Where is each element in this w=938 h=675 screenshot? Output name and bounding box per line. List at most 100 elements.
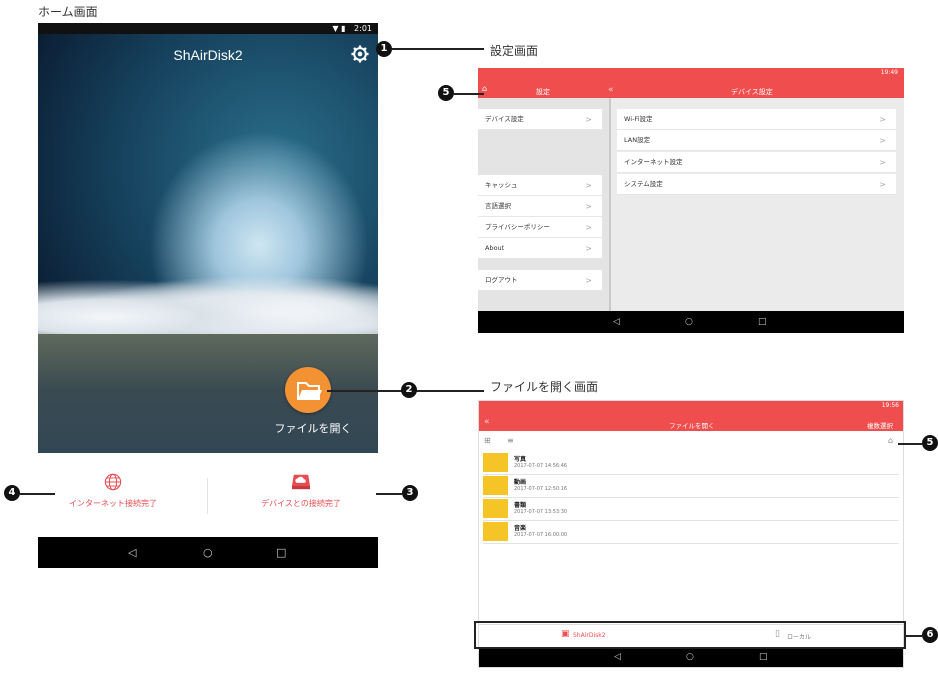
device-status-label: デバイスとの接続完了 (261, 499, 341, 508)
device-setting-label: LAN設定 (624, 136, 651, 144)
device-setting-label: システム設定 (624, 180, 663, 188)
gear-icon[interactable] (351, 45, 369, 63)
chevron-right-icon: > (585, 181, 592, 190)
settings-item-privacy[interactable]: プライバシーポリシー > (478, 217, 602, 238)
callout-3: 3 (402, 485, 418, 501)
open-files-label[interactable]: ファイルを開く (263, 420, 363, 436)
settings-nav-bar: ◁ ○ □ (478, 311, 904, 333)
settings-item-label: About (485, 244, 505, 252)
open-files-screen-caption: ファイルを開く画面 (490, 380, 599, 394)
settings-item-label: キャッシュ (485, 181, 518, 189)
home-icon[interactable]: ○ (686, 652, 694, 663)
settings-item-cache[interactable]: キャッシュ > (478, 175, 602, 196)
wifi-icon: ▼ ▮ (332, 24, 349, 33)
recents-icon[interactable]: □ (759, 652, 768, 663)
settings-item-device[interactable]: デバイス設定 > (478, 109, 602, 130)
chevron-right-icon: > (879, 136, 886, 145)
back-icon[interactable]: ◁ (614, 652, 621, 663)
folder-name: 動画 (514, 479, 527, 486)
device-setting-label: インターネット設定 (624, 158, 683, 166)
callout-line-3 (376, 493, 402, 495)
back-icon[interactable]: ◁ (128, 547, 136, 558)
folder-icon (483, 522, 508, 541)
nav-bar: ◁ ○ □ (38, 537, 378, 568)
callout-4: 4 (4, 485, 20, 501)
device-setting-label: Wi-Fi設定 (624, 115, 653, 123)
home-icon[interactable]: ⌂ (888, 436, 893, 445)
status-time: 2:01 (354, 24, 372, 33)
folder-icon (483, 499, 508, 518)
home-screen: ▼ ▮ 2:01 ShAirDisk2 ファイルを開く インターネット接続完了 … (38, 23, 378, 568)
settings-left-title: 設定 (536, 88, 550, 96)
callout-line-1 (392, 48, 484, 50)
recents-icon[interactable]: □ (276, 547, 286, 558)
settings-item-language[interactable]: 言語選択 > (478, 196, 602, 217)
settings-screen: 19:49 ⌂ 設定 « デバイス設定 デバイス設定 > キャッシュ > 言語選択 >… (478, 68, 904, 333)
back-icon[interactable]: ◁ (613, 317, 620, 328)
divider (207, 478, 208, 514)
open-files-button[interactable] (285, 367, 331, 413)
sort-icon[interactable]: ≡ (507, 436, 514, 445)
connection-status-bar: インターネット接続完了 デバイスとの接続完了 (38, 453, 378, 537)
callout-5a: 5 (438, 85, 454, 101)
globe-icon (104, 473, 122, 491)
folder-row[interactable]: 音楽 2017-07-07 16:00:00 (483, 520, 899, 544)
folder-icon (297, 382, 322, 400)
files-nav-bar: ◁ ○ □ (479, 647, 903, 667)
settings-right-title: デバイス設定 (731, 88, 773, 96)
folder-name: 書類 (514, 502, 527, 509)
home-screen-caption: ホーム画面 (38, 5, 98, 19)
back-double-chevron-icon[interactable]: « (484, 417, 490, 427)
callout-5b: 5 (922, 435, 938, 451)
folder-row[interactable]: 書類 2017-07-07 13:53:30 (483, 497, 899, 521)
chevron-right-icon: > (585, 202, 592, 211)
internet-status-item[interactable]: インターネット接続完了 (38, 473, 188, 509)
settings-item-label: デバイス設定 (485, 115, 524, 123)
settings-status-time: 19:49 (880, 69, 898, 76)
device-setting-lan[interactable]: LAN設定 > (617, 130, 896, 151)
home-icon[interactable]: ⌂ (482, 84, 487, 93)
chevron-right-icon: > (585, 115, 592, 124)
recents-icon[interactable]: □ (758, 317, 767, 328)
device-setting-system[interactable]: システム設定 > (617, 174, 896, 195)
home-icon[interactable]: ○ (203, 547, 213, 558)
folder-row[interactable]: 動画 2017-07-07 12:50:16 (483, 474, 899, 498)
folder-name: 写真 (514, 456, 527, 463)
files-status-time: 19:56 (881, 402, 899, 409)
chevron-right-icon: > (879, 115, 886, 124)
settings-item-about[interactable]: About > (478, 238, 602, 259)
callout-1: 1 (376, 41, 392, 57)
folder-date: 2017-07-07 16:00:00 (514, 532, 568, 538)
settings-item-label: ログアウト (485, 276, 518, 284)
status-bar: ▼ ▮ 2:01 (38, 23, 378, 34)
callout-line-5a (454, 93, 484, 95)
files-title: ファイルを開く (669, 422, 715, 430)
folder-date: 2017-07-07 13:53:30 (514, 509, 568, 515)
app-title: ShAirDisk2 (173, 47, 243, 63)
files-header: 19:56 « ファイルを開く 複数選択 (479, 401, 903, 431)
callout-2: 2 (401, 382, 417, 398)
internet-status-label: インターネット接続完了 (69, 499, 157, 508)
device-setting-wifi[interactable]: Wi-Fi設定 > (617, 109, 896, 130)
settings-left-panel: デバイス設定 > キャッシュ > 言語選択 > プライバシーポリシー > About > … (478, 98, 611, 311)
chevron-right-icon: > (585, 223, 592, 232)
device-status-item[interactable]: デバイスとの接続完了 (226, 473, 376, 509)
settings-item-label: プライバシーポリシー (485, 223, 550, 231)
callout-frame-6 (474, 621, 906, 649)
folder-row[interactable]: 写真 2017-07-07 14:56:46 (483, 451, 899, 475)
settings-header: 19:49 ⌂ 設定 « デバイス設定 (478, 68, 904, 98)
settings-screen-caption: 設定画面 (490, 44, 539, 58)
chevron-right-icon: > (585, 244, 592, 253)
chevron-right-icon: > (879, 180, 886, 189)
callout-line-5b (898, 443, 922, 445)
folder-date: 2017-07-07 12:50:16 (514, 486, 568, 492)
device-setting-internet[interactable]: インターネット設定 > (617, 152, 896, 173)
home-icon[interactable]: ○ (685, 317, 693, 328)
settings-item-label: 言語選択 (485, 202, 511, 210)
multi-select-button[interactable]: 複数選択 (867, 420, 893, 430)
new-folder-icon[interactable]: ⊞ (484, 436, 491, 445)
back-double-chevron-icon[interactable]: « (608, 85, 614, 95)
folder-name: 音楽 (514, 525, 527, 532)
folder-icon (483, 453, 508, 472)
settings-item-logout[interactable]: ログアウト > (478, 270, 602, 291)
